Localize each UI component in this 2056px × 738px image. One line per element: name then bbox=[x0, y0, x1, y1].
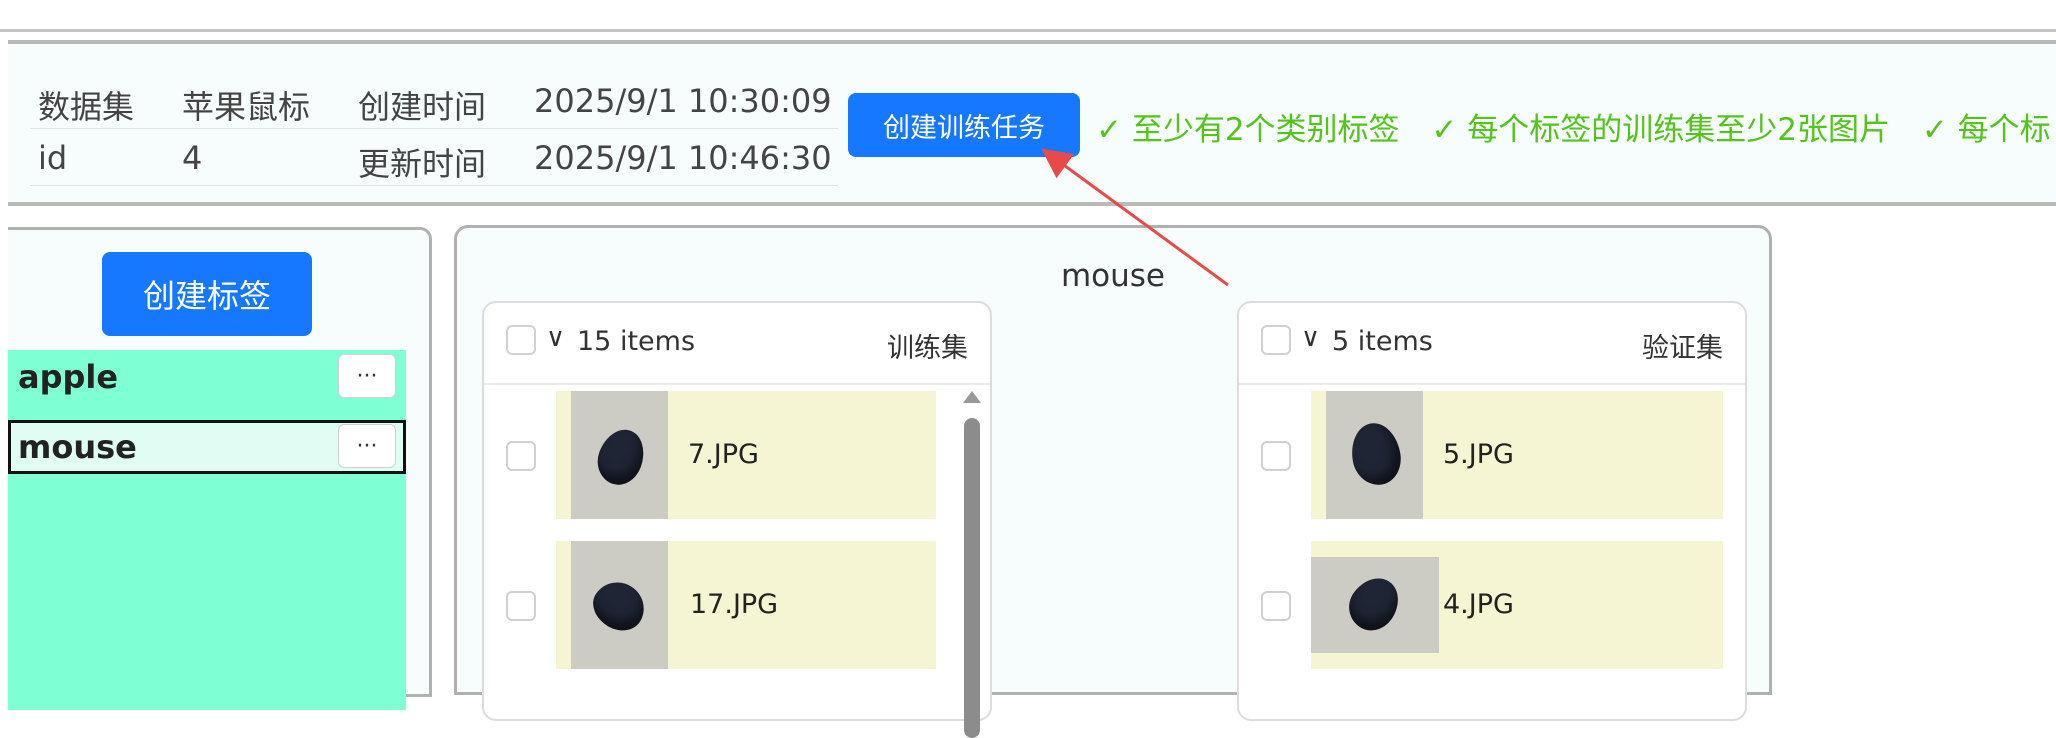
requirement-min-train-images: ✓ 每个标签的训练集至少2张图片 bbox=[1431, 112, 1890, 148]
label-item-mouse[interactable]: mouse ··· bbox=[8, 420, 406, 474]
list-item[interactable]: 4.JPG bbox=[1239, 541, 1745, 671]
val-list-header: ∨ 5 items 验证集 bbox=[1239, 303, 1745, 385]
select-all-checkbox[interactable] bbox=[1261, 325, 1291, 355]
image-management-panel: mouse ∨ 15 items 训练集 7.JPG 17.JPG ∨ 5 it… bbox=[454, 225, 1772, 738]
image-thumbnail bbox=[1326, 391, 1423, 519]
label-name: mouse bbox=[18, 428, 137, 466]
requirement-min-labels: ✓ 至少有2个类别标签 bbox=[1096, 112, 1400, 148]
scroll-up-icon[interactable] bbox=[963, 391, 981, 403]
create-training-task-button[interactable]: 创建训练任务 bbox=[848, 93, 1080, 157]
requirement-truncated: ✓ 每个标 bbox=[1921, 112, 2051, 148]
list-item[interactable]: 5.JPG bbox=[1239, 391, 1745, 521]
item-checkbox[interactable] bbox=[506, 441, 536, 471]
label-panel: 创建标签 apple ··· mouse ··· bbox=[8, 227, 432, 710]
file-name: 4.JPG bbox=[1443, 589, 1514, 620]
created-time-label: 创建时间 bbox=[358, 88, 487, 126]
image-card[interactable]: 17.JPG bbox=[556, 541, 936, 669]
item-checkbox[interactable] bbox=[1261, 441, 1291, 471]
scroll-thumb[interactable] bbox=[964, 418, 980, 738]
info-row-2: id 4 更新时间 2025/9/1 10:46:30 bbox=[30, 129, 838, 186]
image-thumbnail bbox=[571, 391, 668, 519]
file-name: 7.JPG bbox=[688, 439, 759, 470]
info-row-1: 数据集 苹果鼠标 创建时间 2025/9/1 10:30:09 bbox=[30, 72, 838, 129]
image-thumbnail bbox=[1311, 557, 1439, 653]
id-label: id bbox=[38, 139, 68, 177]
file-name: 17.JPG bbox=[690, 589, 779, 620]
id-value: 4 bbox=[182, 139, 203, 177]
dataset-label: 数据集 bbox=[38, 88, 135, 126]
updated-time-label: 更新时间 bbox=[358, 145, 487, 183]
top-bar bbox=[0, 0, 2056, 32]
chevron-down-icon[interactable]: ∨ bbox=[1301, 323, 1320, 353]
list-title: 验证集 bbox=[1642, 333, 1723, 364]
chevron-down-icon[interactable]: ∨ bbox=[546, 323, 565, 353]
item-count: 5 items bbox=[1332, 326, 1433, 357]
more-icon[interactable]: ··· bbox=[338, 424, 396, 468]
label-list: apple ··· mouse ··· bbox=[8, 350, 406, 710]
train-list-header: ∨ 15 items 训练集 bbox=[484, 303, 990, 385]
label-name: apple bbox=[18, 358, 119, 396]
file-name: 5.JPG bbox=[1443, 439, 1514, 470]
current-label-title: mouse bbox=[1060, 258, 1166, 294]
dataset-value: 苹果鼠标 bbox=[182, 88, 311, 126]
image-card[interactable]: 7.JPG bbox=[556, 391, 936, 519]
list-item[interactable]: 17.JPG bbox=[484, 541, 990, 671]
image-thumbnail bbox=[571, 541, 668, 669]
scrollbar[interactable] bbox=[962, 391, 982, 738]
image-card[interactable]: 4.JPG bbox=[1311, 541, 1723, 669]
list-title: 训练集 bbox=[887, 333, 968, 364]
image-card[interactable]: 5.JPG bbox=[1311, 391, 1723, 519]
item-count: 15 items bbox=[577, 326, 696, 357]
validation-set-list: ∨ 5 items 验证集 5.JPG 4.JPG bbox=[1237, 301, 1747, 721]
item-checkbox[interactable] bbox=[506, 591, 536, 621]
select-all-checkbox[interactable] bbox=[506, 325, 536, 355]
label-item-apple[interactable]: apple ··· bbox=[8, 350, 406, 404]
create-label-button[interactable]: 创建标签 bbox=[102, 252, 312, 336]
train-set-list: ∨ 15 items 训练集 7.JPG 17.JPG bbox=[482, 301, 992, 738]
updated-time-value: 2025/9/1 10:46:30 bbox=[534, 139, 832, 177]
item-checkbox[interactable] bbox=[1261, 591, 1291, 621]
requirements-checklist: ✓ 至少有2个类别标签 ✓ 每个标签的训练集至少2张图片 ✓ 每个标 bbox=[1096, 104, 2056, 149]
created-time-value: 2025/9/1 10:30:09 bbox=[534, 82, 832, 120]
more-icon[interactable]: ··· bbox=[338, 354, 396, 398]
list-item[interactable]: 7.JPG bbox=[484, 391, 990, 521]
